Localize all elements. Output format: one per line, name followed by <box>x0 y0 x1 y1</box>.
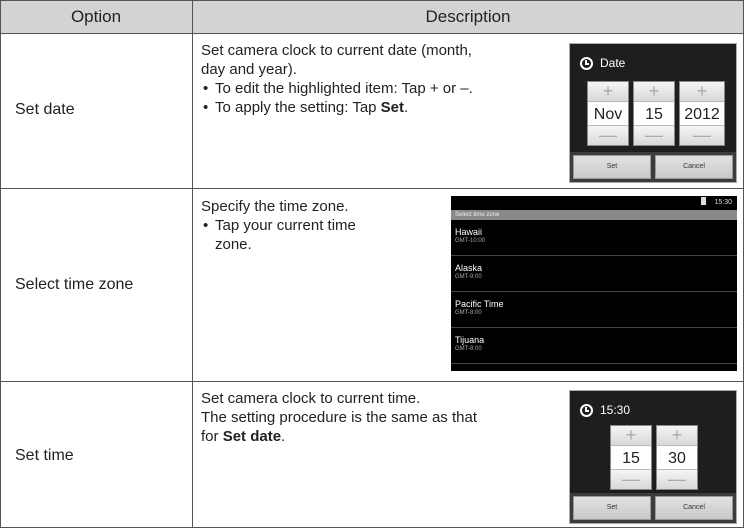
time-zone-list-header: Select time zone <box>451 210 737 220</box>
description-set-time: Set camera clock to current time. The se… <box>201 389 551 446</box>
header-option: Option <box>70 7 122 26</box>
description-text: Set camera clock to current time. <box>201 390 421 407</box>
cancel-button[interactable]: Cancel <box>655 155 733 179</box>
description-text: Set camera clock to current date (month, <box>201 42 472 59</box>
increment-button[interactable]: + <box>680 82 724 101</box>
header-description: Description <box>425 7 511 26</box>
date-screen-title: Date <box>580 56 625 70</box>
time-zone-item-pacific-time[interactable]: Pacific Time GMT-8:00 <box>451 293 737 328</box>
status-bar: 15:30 <box>451 196 737 209</box>
option-set-date: Set date <box>15 101 75 118</box>
clock-icon <box>580 56 593 70</box>
decrement-button[interactable]: — <box>680 126 724 145</box>
description-text: for Set date. <box>201 428 286 445</box>
time-screen-title: 15:30 <box>580 403 630 417</box>
cancel-button[interactable]: Cancel <box>655 496 733 520</box>
decrement-button[interactable]: — <box>657 470 697 489</box>
option-set-time: Set time <box>15 447 74 464</box>
increment-button[interactable]: + <box>611 426 651 445</box>
bullet-item: To edit the highlighted item: Tap + or –… <box>201 79 551 98</box>
settings-table: Option Description Set date Set camera c… <box>0 0 744 528</box>
date-screen: Date + Nov — + 15 — + 2012 — Set Cancel <box>569 43 737 183</box>
date-screen-footer: Set Cancel <box>570 152 736 182</box>
decrement-button[interactable]: — <box>588 126 628 145</box>
hour-spinner[interactable]: + 15 — <box>610 425 652 490</box>
time-zone-item-hawaii[interactable]: Hawaii GMT-10:00 <box>451 221 737 256</box>
battery-icon <box>701 197 707 205</box>
time-zone-item-alaska[interactable]: Alaska GMT-9:00 <box>451 257 737 292</box>
increment-button[interactable]: + <box>657 426 697 445</box>
decrement-button[interactable]: — <box>611 470 651 489</box>
day-value: 15 <box>634 101 674 126</box>
option-select-time-zone: Select time zone <box>15 276 134 293</box>
description-select-time-zone: Specify the time zone. Tap your current … <box>201 197 446 254</box>
description-set-date: Set camera clock to current date (month,… <box>201 41 551 117</box>
month-spinner[interactable]: + Nov — <box>587 81 629 146</box>
time-zone-screen: 15:30 Select time zone Hawaii GMT-10:00 … <box>451 196 737 371</box>
increment-button[interactable]: + <box>588 82 628 101</box>
time-screen-footer: Set Cancel <box>570 493 736 523</box>
time-zone-item-tijuana[interactable]: Tijuana GMT-8:00 <box>451 329 737 364</box>
year-value: 2012 <box>680 101 724 126</box>
increment-button[interactable]: + <box>634 82 674 101</box>
description-text: Specify the time zone. <box>201 198 349 215</box>
bullet-item: To apply the setting: Tap Set. <box>201 98 551 117</box>
minute-value: 30 <box>657 445 697 470</box>
day-spinner[interactable]: + 15 — <box>633 81 675 146</box>
bullet-item: Tap your current timezone. <box>201 216 446 254</box>
month-value: Nov <box>588 101 628 126</box>
year-spinner[interactable]: + 2012 — <box>679 81 725 146</box>
hour-value: 15 <box>611 445 651 470</box>
decrement-button[interactable]: — <box>634 126 674 145</box>
set-button[interactable]: Set <box>573 155 651 179</box>
time-screen: 15:30 + 15 — + 30 — Set Cancel <box>569 390 737 524</box>
description-text: The setting procedure is the same as tha… <box>201 409 477 426</box>
minute-spinner[interactable]: + 30 — <box>656 425 698 490</box>
set-button[interactable]: Set <box>573 496 651 520</box>
description-text: day and year). <box>201 61 297 78</box>
clock-icon <box>580 403 593 417</box>
